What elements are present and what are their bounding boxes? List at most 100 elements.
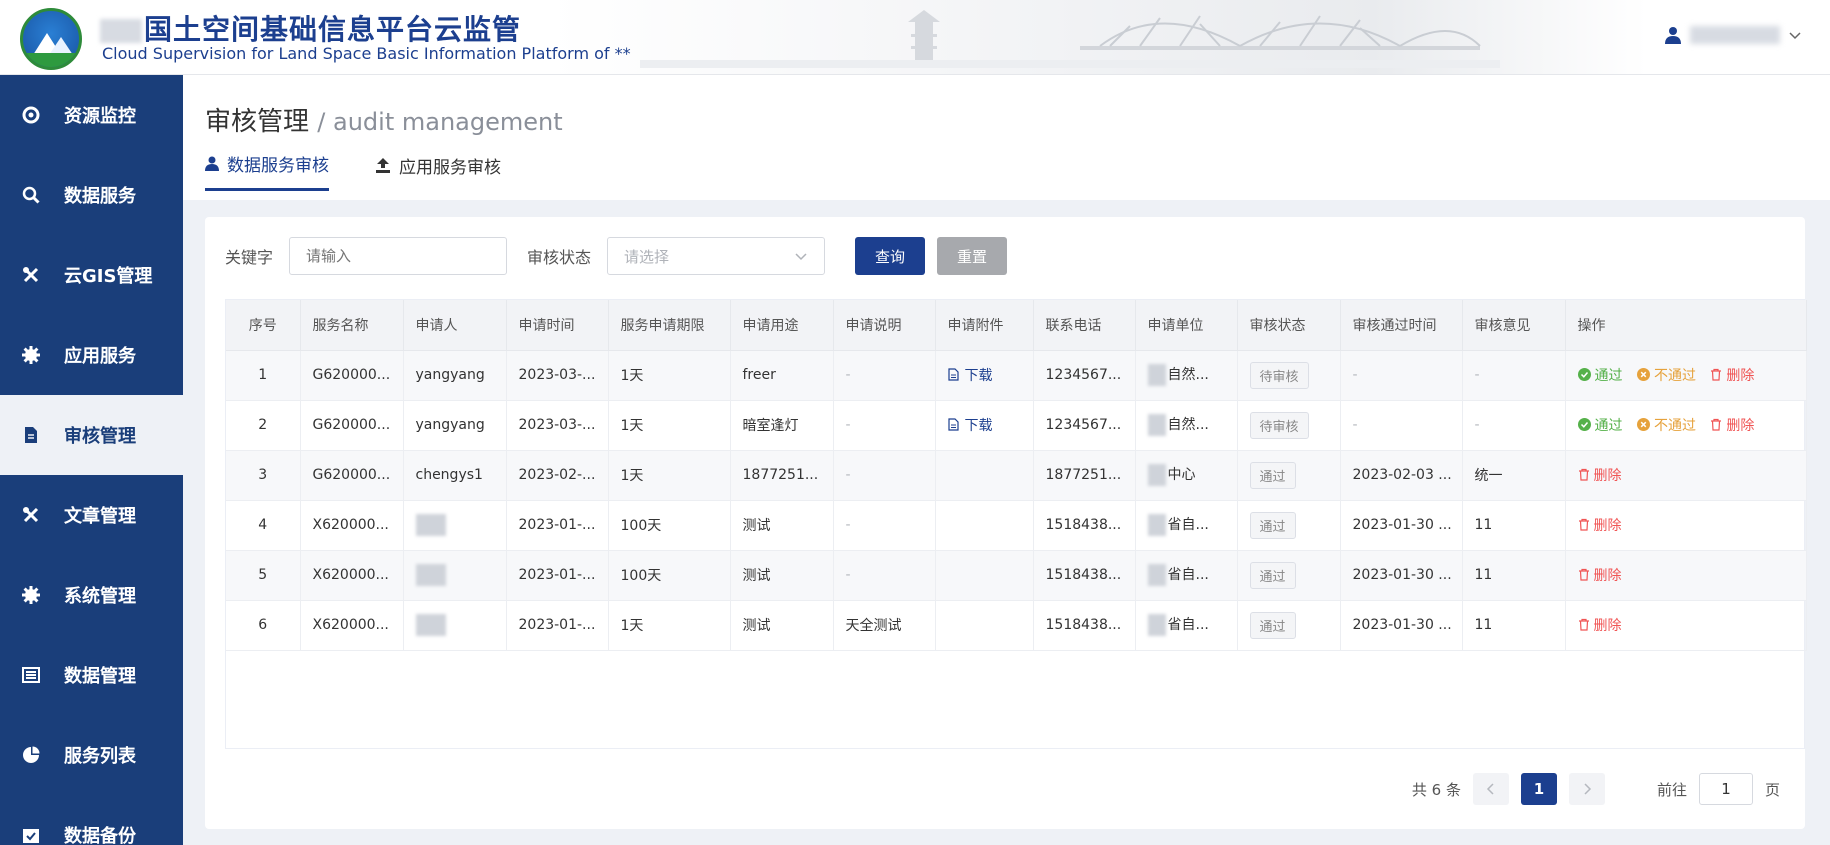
cell-desc: - (833, 450, 936, 501)
delete-button[interactable]: 删除 (1578, 465, 1622, 485)
cell-service-name: X620000... (300, 500, 404, 551)
sidebar-item-service-list[interactable]: 服务列表 (0, 715, 183, 795)
sidebar-item-app-service[interactable]: 应用服务 (0, 315, 183, 395)
filter-bar: 关键字 审核状态 请选择 查询 重置 (225, 237, 1008, 275)
check-circle-icon (1577, 418, 1591, 432)
trash-icon (1578, 619, 1589, 631)
sidebar-item-system-management[interactable]: 系统管理 (0, 555, 183, 635)
unit-text: 省自... (1167, 567, 1209, 583)
approve-button[interactable]: 通过 (1577, 415, 1623, 435)
sidebar-item-cloud-gis[interactable]: 云GIS管理 (0, 235, 183, 315)
reject-label: 不通过 (1653, 417, 1696, 434)
reset-button[interactable]: 重置 (937, 237, 1008, 275)
cell-phone: 1518438... (1033, 600, 1136, 651)
platform-logo (20, 8, 82, 70)
col-header: 审核通过时间 (1340, 300, 1463, 351)
cell-unit: 中心 (1135, 450, 1238, 501)
cell-attachment (935, 550, 1034, 601)
cell-applicant: chengys1 (403, 450, 507, 501)
cell-unit: 自然... (1135, 350, 1238, 401)
cell-status: 通过 (1237, 600, 1341, 651)
download-link[interactable]: 下载 (947, 415, 993, 435)
cell-status: 通过 (1237, 500, 1341, 551)
search-button[interactable]: 查询 (855, 237, 926, 275)
cell-desc: 天全测试 (833, 600, 936, 651)
cell-no: 1 (226, 350, 301, 401)
sidebar-item-label: 服务列表 (64, 746, 136, 767)
sidebar-item-audit-management[interactable]: 审核管理 (0, 395, 183, 475)
cell-no: 6 (226, 600, 301, 651)
col-header: 审核状态 (1237, 300, 1341, 351)
cell-purpose: 1877251... (730, 450, 834, 501)
sidebar-item-label: 审核管理 (64, 426, 136, 447)
delete-button[interactable]: 删除 (1578, 565, 1622, 585)
calendar-check-icon (22, 826, 40, 844)
user-icon (205, 156, 219, 171)
chevron-left-icon (1486, 783, 1494, 795)
tab-data-service-audit[interactable]: 数据服务审核 (205, 151, 329, 191)
sidebar-item-article-management[interactable]: 文章管理 (0, 475, 183, 555)
delete-button[interactable]: 删除 (1578, 615, 1622, 635)
prev-page-button[interactable] (1472, 773, 1509, 805)
close-circle-icon (1636, 418, 1650, 432)
sidebar-item-data-service[interactable]: 数据服务 (0, 155, 183, 235)
sidebar-item-data-management[interactable]: 数据管理 (0, 635, 183, 715)
user-menu[interactable] (1664, 26, 1802, 44)
delete-label: 删除 (1593, 617, 1622, 634)
lifebuoy-icon (22, 106, 40, 124)
trash-icon (1711, 419, 1722, 431)
cell-actions: 删除 (1565, 450, 1807, 501)
next-page-button[interactable] (1568, 773, 1605, 805)
trash-icon (1578, 469, 1589, 481)
cell-purpose: 测试 (730, 600, 834, 651)
unit-text: 自然... (1167, 367, 1209, 383)
cell-attachment: 下载 (935, 400, 1034, 451)
cell-phone: 1877251... (1033, 450, 1136, 501)
cell-opinion: 11 (1462, 550, 1566, 601)
sidebar-item-resource-monitor[interactable]: 资源监控 (0, 75, 183, 155)
reject-button[interactable]: 不通过 (1636, 365, 1696, 385)
cell-service-name: X620000... (300, 600, 404, 651)
goto-page-input[interactable] (1698, 773, 1753, 805)
reject-button[interactable]: 不通过 (1636, 415, 1696, 435)
approve-label: 通过 (1594, 367, 1623, 384)
status-badge: 通过 (1249, 461, 1296, 489)
cell-applicant (403, 500, 507, 551)
keyword-input[interactable] (289, 237, 508, 275)
approve-button[interactable]: 通过 (1577, 365, 1623, 385)
cell-pass-time: - (1340, 350, 1463, 401)
cell-purpose: freer (730, 350, 834, 401)
page-number-current[interactable]: 1 (1520, 773, 1557, 805)
cell-unit: 省自... (1135, 550, 1238, 601)
cell-actions: 删除 (1565, 550, 1807, 601)
status-badge: 通过 (1249, 611, 1296, 639)
cell-pass-time: 2023-01-30 ... (1340, 600, 1463, 651)
cell-actions: 删除 (1565, 500, 1807, 551)
status-badge: 待审核 (1249, 411, 1309, 439)
cell-service-name: G620000... (300, 400, 404, 451)
delete-label: 删除 (1726, 367, 1755, 384)
cell-applicant: yangyang (403, 400, 507, 451)
sidebar-item-data-backup[interactable]: 数据备份 (0, 795, 183, 845)
file-icon (947, 418, 959, 431)
tab-app-service-audit[interactable]: 应用服务审核 (375, 151, 501, 191)
cell-purpose: 测试 (730, 500, 834, 551)
delete-button[interactable]: 删除 (1578, 515, 1622, 535)
page-suffix: 页 (1764, 780, 1780, 799)
col-header: 操作 (1565, 300, 1807, 351)
status-select[interactable]: 请选择 (607, 237, 826, 275)
delete-button[interactable]: 删除 (1710, 365, 1754, 385)
download-link[interactable]: 下载 (947, 365, 993, 385)
col-header: 序号 (226, 300, 301, 351)
cell-phone: 1518438... (1033, 550, 1136, 601)
cell-status: 通过 (1237, 550, 1341, 601)
delete-button[interactable]: 删除 (1710, 415, 1754, 435)
reject-label: 不通过 (1653, 367, 1696, 384)
cell-phone: 1234567... (1033, 350, 1136, 401)
page-subtitle: / audit management (317, 108, 563, 136)
cell-apply-time: 2023-02-... (506, 450, 609, 501)
cell-desc: - (833, 350, 936, 401)
col-header: 申请人 (403, 300, 507, 351)
unit-text: 省自... (1167, 517, 1209, 533)
user-icon (1665, 27, 1681, 44)
